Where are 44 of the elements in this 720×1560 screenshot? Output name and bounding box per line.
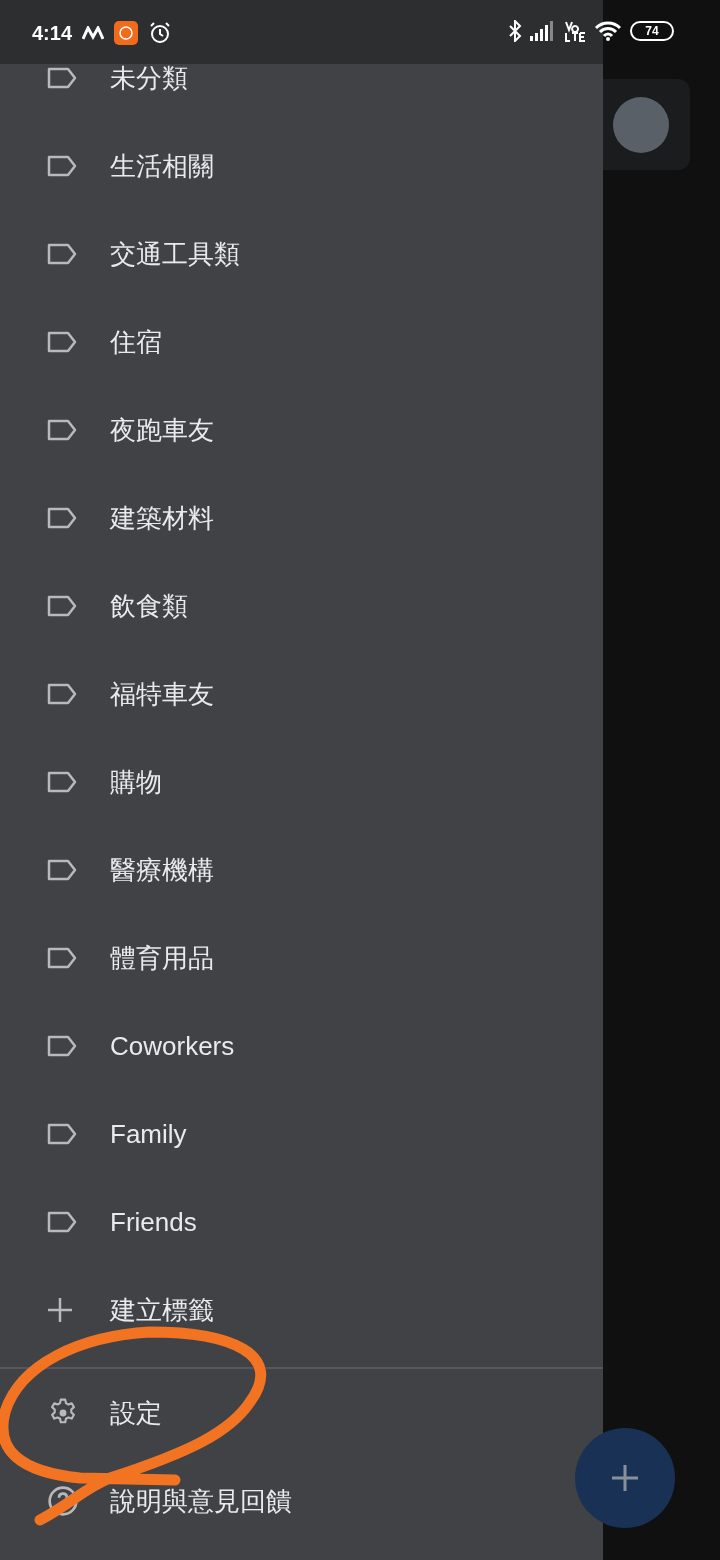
drawer-item[interactable]: 醫療機構 [110, 857, 214, 883]
drawer-item[interactable]: 福特車友 [110, 681, 214, 707]
bluetooth-icon [508, 20, 522, 42]
label-icon [47, 683, 77, 705]
drawer-item[interactable]: 飲食類 [110, 593, 188, 619]
label-icon [47, 243, 77, 265]
drawer-item[interactable]: 建築材料 [110, 505, 214, 531]
wifi-icon [594, 20, 622, 42]
drawer-item[interactable]: 生活相關 [110, 153, 214, 179]
drawer-item[interactable]: 說明與意見回饋 [110, 1488, 292, 1514]
drawer-item[interactable]: 購物 [110, 769, 162, 795]
plus-icon [47, 1297, 73, 1323]
m-logo-icon [82, 26, 105, 40]
drawer-item[interactable]: 建立標籤 [110, 1297, 214, 1323]
label-icon [47, 507, 77, 529]
help-icon [47, 1485, 79, 1517]
volte-icon [564, 20, 586, 42]
label-icon [47, 947, 77, 969]
contact-card[interactable] [603, 79, 690, 170]
app-icon [114, 21, 139, 45]
drawer-item[interactable]: 住宿 [110, 329, 162, 355]
plus-icon [610, 1463, 640, 1493]
label-icon [47, 859, 77, 881]
clock-time: 4:14 [32, 21, 73, 46]
drawer-item[interactable]: 交通工具類 [110, 241, 240, 267]
label-icon [47, 771, 77, 793]
signal-icon [530, 21, 556, 41]
drawer-item[interactable]: 夜跑車友 [110, 417, 214, 443]
label-icon [47, 331, 77, 353]
avatar-photo [613, 97, 669, 153]
drawer-item[interactable]: 未分類 [110, 65, 188, 91]
drawer-item[interactable]: Family [110, 1121, 187, 1147]
battery-indicator: 74 [630, 21, 674, 41]
label-icon [47, 1211, 77, 1233]
label-icon [47, 67, 77, 89]
label-icon [47, 595, 77, 617]
drawer-item[interactable]: Friends [110, 1209, 197, 1235]
drawer-item[interactable]: 設定 [110, 1400, 162, 1426]
label-icon [47, 419, 77, 441]
label-icon [47, 1123, 77, 1145]
drawer-item[interactable]: Coworkers [110, 1033, 235, 1059]
drawer-item[interactable]: 體育用品 [110, 945, 214, 971]
label-icon [47, 1035, 77, 1057]
label-icon [47, 155, 77, 177]
